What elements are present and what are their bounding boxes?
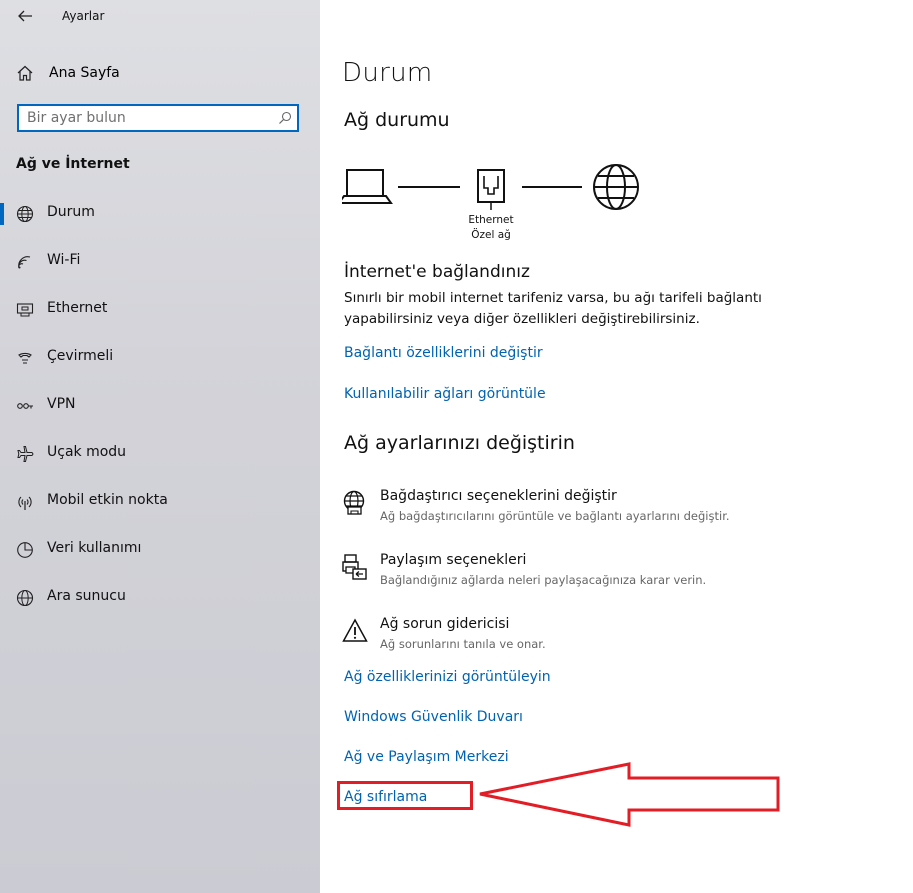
sidebar-item-label: Wi-Fi (47, 252, 81, 268)
back-arrow-icon[interactable] (16, 7, 34, 25)
search-input[interactable] (27, 109, 267, 127)
highlight-box (337, 781, 473, 810)
ethernet-port-icon (477, 169, 505, 210)
network-troubleshooter-item[interactable]: Ağ sorun gidericisi Ağ sorunlarını tanıl… (342, 616, 862, 658)
network-type: Özel ağ (471, 229, 511, 241)
sidebar-item-wifi[interactable]: Wi-Fi (0, 238, 320, 286)
sharing-options-item[interactable]: Paylaşım seçenekleri Bağlandığınız ağlar… (342, 552, 862, 594)
sidebar-item-cevirmeli[interactable]: Çevirmeli (0, 334, 320, 382)
sidebar-nav: Durum Wi-Fi Ethernet Çevirmeli VPN Uçak … (0, 190, 320, 622)
windows-firewall-link[interactable]: Windows Güvenlik Duvarı (344, 709, 523, 725)
laptop-icon (342, 169, 393, 204)
network-adapter-caption: Ethernet Özel ağ (461, 213, 521, 243)
sidebar-item-ethernet[interactable]: Ethernet (0, 286, 320, 334)
sidebar-item-label: Çevirmeli (47, 348, 114, 364)
vpn-icon (17, 403, 33, 409)
change-settings-heading: Ağ ayarlarınızı değiştirin (344, 432, 575, 454)
adapter-name: Ethernet (468, 214, 514, 226)
globe-status-icon (16, 205, 34, 223)
home-icon (17, 65, 33, 81)
dialup-icon (18, 352, 32, 364)
sidebar-item-vpn[interactable]: VPN (0, 382, 320, 430)
network-status-heading: Ağ durumu (344, 109, 450, 131)
home-link[interactable]: Ana Sayfa (16, 62, 120, 84)
sidebar-item-ucak-modu[interactable]: Uçak modu (0, 430, 320, 478)
sidebar-item-label: Ara sunucu (47, 588, 126, 604)
annotation-arrow-icon (479, 762, 780, 827)
sidebar-item-durum[interactable]: Durum (0, 190, 320, 238)
option-title: Bağdaştırıcı seçeneklerini değiştir (380, 488, 617, 504)
home-label: Ana Sayfa (49, 65, 120, 81)
option-subtitle: Ağ bağdaştırıcılarını görüntüle ve bağla… (380, 509, 730, 523)
sidebar-item-label: Veri kullanımı (47, 540, 142, 556)
option-subtitle: Bağlandığınız ağlarda neleri paylaşacağı… (380, 573, 707, 587)
page-title: Durum (342, 58, 433, 88)
option-subtitle: Ağ sorunlarını tanıla ve onar. (380, 637, 546, 651)
view-network-properties-link[interactable]: Ağ özelliklerinizi görüntüleyin (344, 669, 551, 685)
search-box[interactable] (17, 104, 299, 132)
option-title: Ağ sorun gidericisi (380, 616, 510, 632)
app-title: Ayarlar (62, 9, 105, 23)
search-icon[interactable] (278, 111, 292, 125)
sidebar-item-label: VPN (47, 396, 76, 412)
sidebar-item-mobil-etkin-nokta[interactable]: Mobil etkin nokta (0, 478, 320, 526)
show-available-networks-link[interactable]: Kullanılabilir ağları görüntüle (344, 386, 546, 402)
option-title: Paylaşım seçenekleri (380, 552, 527, 568)
sidebar-item-veri-kullanimi[interactable]: Veri kullanımı (0, 526, 320, 574)
hotspot-icon (18, 496, 32, 510)
wifi-icon (18, 256, 31, 269)
adapter-globe-icon (343, 490, 365, 515)
sidebar-item-ara-sunucu[interactable]: Ara sunucu (0, 574, 320, 622)
warning-triangle-icon (342, 618, 368, 642)
section-title: Ağ ve İnternet (16, 156, 130, 172)
data-usage-icon (17, 542, 33, 558)
connection-status-description: Sınırlı bir mobil internet tarifeniz var… (344, 290, 762, 327)
sidebar-item-label: Mobil etkin nokta (47, 492, 168, 508)
adapter-options-item[interactable]: Bağdaştırıcı seçeneklerini değiştir Ağ b… (342, 488, 862, 530)
connection-status-title: İnternet'e bağlandınız (344, 262, 530, 282)
sidebar-item-label: Durum (47, 204, 95, 220)
proxy-globe-icon (16, 589, 34, 607)
airplane-icon (17, 446, 34, 462)
sidebar-item-label: Uçak modu (47, 444, 127, 460)
ethernet-icon (16, 303, 34, 317)
change-connection-properties-link[interactable]: Bağlantı özelliklerini değiştir (344, 345, 543, 361)
sidebar-item-label: Ethernet (47, 300, 108, 316)
sidebar: Ayarlar Ana Sayfa Ağ ve İnternet Durum (0, 0, 320, 893)
sharing-printer-icon (342, 554, 367, 580)
internet-globe-icon (593, 164, 639, 210)
